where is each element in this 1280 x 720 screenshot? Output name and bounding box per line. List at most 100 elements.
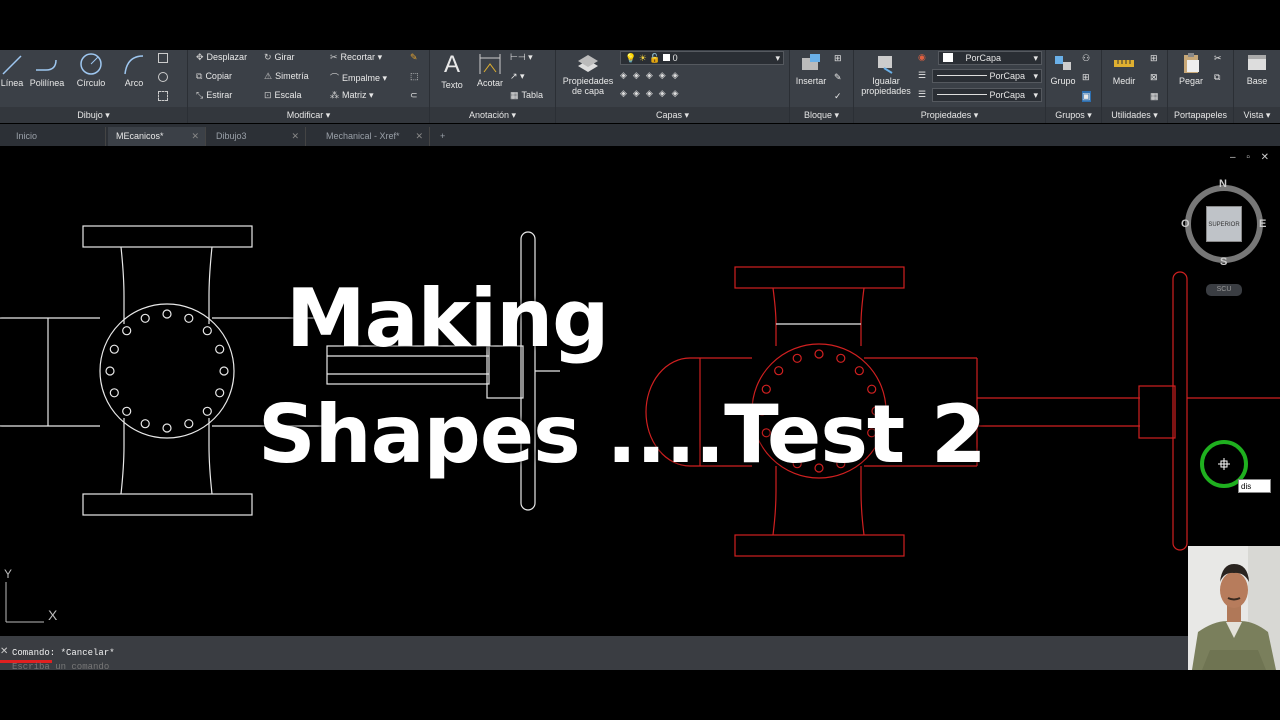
ungroup-tool[interactable]: ⚇ [1082,53,1090,64]
circulo-button[interactable]: Círculo [72,52,110,88]
panel-title-dibujo[interactable]: Dibujo ▾ [0,107,187,123]
panel-title-anotacion[interactable]: Anotación ▾ [430,107,555,123]
drawing-canvas[interactable]: X Y [0,146,1280,636]
insertar-button[interactable]: Insertar [792,52,830,86]
dynamic-input-box[interactable]: dis [1238,479,1271,493]
bolt-hole [184,313,194,323]
acotar-button[interactable]: Acotar [472,52,508,88]
tab-dibujo3[interactable]: Dibujo3 ✕ [208,127,306,146]
offset-tool[interactable]: ⊂ [410,90,418,101]
linea-button[interactable]: Línea [0,52,24,88]
ellipse-tool[interactable] [158,72,172,82]
explode-tool[interactable]: ⬚ [410,71,419,82]
layer-tools-row2[interactable]: ◈◈◈◈◈ [620,88,685,99]
edit-block-tool[interactable]: ✎ [834,72,842,83]
tabla-button[interactable]: ▦ Tabla [510,90,543,101]
close-icon[interactable]: ✕ [0,646,10,657]
tab-inicio[interactable]: Inicio [8,127,106,146]
compass-north[interactable]: N [1219,178,1227,190]
texto-button[interactable]: A Texto [436,52,468,91]
create-block-tool[interactable]: ⊞ [834,53,842,64]
igualar-propiedades-button[interactable]: Igualar propiedades [856,52,916,96]
viewcube-face[interactable]: SUPERIOR [1206,206,1242,242]
escala-button[interactable]: ⊡ Escala [264,90,302,101]
paste-icon [1184,53,1199,73]
estirar-button[interactable]: ⤡ Estirar [196,90,232,101]
simetria-button[interactable]: ⚠ Simetría [264,71,309,82]
layer-dropdown[interactable]: 💡 ☀ 🔓 0 ▾ [620,51,784,65]
group-edit-tool[interactable]: ⊞ [1082,72,1090,83]
compass-south[interactable]: S [1220,256,1227,268]
grupo-button[interactable]: Grupo [1046,52,1080,86]
matriz-button[interactable]: ⁂ Matriz ▾ [330,90,374,101]
pegar-button[interactable]: Pegar [1172,52,1210,86]
color-wheel-tool[interactable]: ◉ [918,52,926,63]
medir-button[interactable]: Medir [1104,52,1144,86]
copy-clip-tool[interactable]: ⧉ [1214,72,1220,83]
polilinea-button[interactable]: Polilínea [26,52,68,88]
rectangle-icon [158,53,168,63]
erase-tool[interactable]: ✎ [410,52,418,63]
panel-title-portapapeles[interactable]: Portapapeles [1168,107,1233,123]
group-select-tool[interactable]: ▣ [1082,91,1091,102]
compass-east[interactable]: E [1259,218,1266,230]
sun-icon: ☀ [638,53,647,63]
linetype-dropdown[interactable]: PorCapa ▾ [932,69,1042,83]
command-line[interactable]: ✕ Comando: *Cancelar* Escriba un comando [0,636,1188,672]
girar-button[interactable]: ↻ Girar [264,52,295,63]
close-icon[interactable]: ✕ [415,127,423,146]
recortar-button[interactable]: ✂ Recortar ▾ [330,52,382,63]
panel-title-grupos[interactable]: Grupos ▾ [1046,107,1101,123]
viewport-window-controls[interactable]: – ▫ ✕ [1230,152,1273,163]
linetype-icon-tool[interactable]: ☰ [918,89,926,100]
linetype-icon: ☰ [918,89,927,99]
color-dropdown[interactable]: PorCapa ▾ [938,51,1042,65]
arco-button[interactable]: Arco [116,52,152,88]
capas-title: Capas [655,110,682,120]
lineweight-icon-tool[interactable]: ☰ [918,70,926,81]
wcs-menu[interactable]: SCU [1206,284,1242,296]
empalme-button[interactable]: ⌒ Empalme ▾ [330,71,387,84]
close-icon[interactable]: ✕ [191,127,199,146]
rotate-icon: ↻ [264,52,272,62]
bolt-hole [836,353,846,363]
lineweight-dropdown[interactable]: PorCapa ▾ [932,88,1042,102]
drawing-svg: X Y [0,225,1280,623]
cut-tool[interactable]: ✂ [1214,53,1222,64]
base-button[interactable]: Base [1238,52,1276,86]
close-icon[interactable]: ✕ [291,127,299,146]
panel-title-vista[interactable]: Vista ▾ [1234,107,1280,123]
command-input[interactable]: Escriba un comando [12,662,109,672]
select-all-tool[interactable]: ⊠ [1150,72,1158,83]
calculator-tool[interactable]: ▦ [1150,91,1159,102]
new-tab-button[interactable]: + [434,127,456,146]
viewcube[interactable]: SUPERIOR N S E O [1180,178,1268,268]
compass-west[interactable]: O [1181,218,1190,230]
attribute-tool[interactable]: ✓ [834,91,842,102]
desplazar-button[interactable]: ✥ Desplazar [196,52,247,63]
panel-title-bloque[interactable]: Bloque ▾ [790,107,853,123]
leader-tool[interactable]: ↗ ▾ [510,71,525,82]
panel-title-capas[interactable]: Capas ▾ [556,107,789,123]
quick-select-tool[interactable]: ⊞ [1150,53,1158,64]
estirar-label: Estirar [206,90,233,100]
white-valve-drawing [0,225,560,516]
panel-title-utilidades[interactable]: Utilidades ▾ [1102,107,1167,123]
bolt-hole [854,446,864,456]
rectangle-tool[interactable] [158,53,172,63]
copiar-button[interactable]: ⧉ Copiar [196,71,232,82]
panel-title-modificar[interactable]: Modificar ▾ [188,107,429,123]
grupo-label: Grupo [1050,76,1076,86]
tab-mecanicos[interactable]: MEcanicos* ✕ [108,127,206,146]
copy-icon: ⧉ [196,71,203,81]
bolt-hole [814,463,824,473]
tab-mechanical-xref[interactable]: Mechanical - Xref* ✕ [318,127,430,146]
panel-title-propiedades[interactable]: Propiedades ▾ [854,107,1045,123]
offset-icon: ⊂ [410,90,418,100]
mirror-icon: ⚠ [264,71,273,81]
hatch-tool[interactable] [158,91,172,101]
tab-label: MEcanicos* [116,131,164,141]
layer-tools-row1[interactable]: ◈◈◈◈◈ [620,70,685,81]
linear-dim-tool[interactable]: ⊢⊣ ▾ [510,52,533,63]
propiedades-capa-button[interactable]: Propiedades de capa [558,52,618,96]
